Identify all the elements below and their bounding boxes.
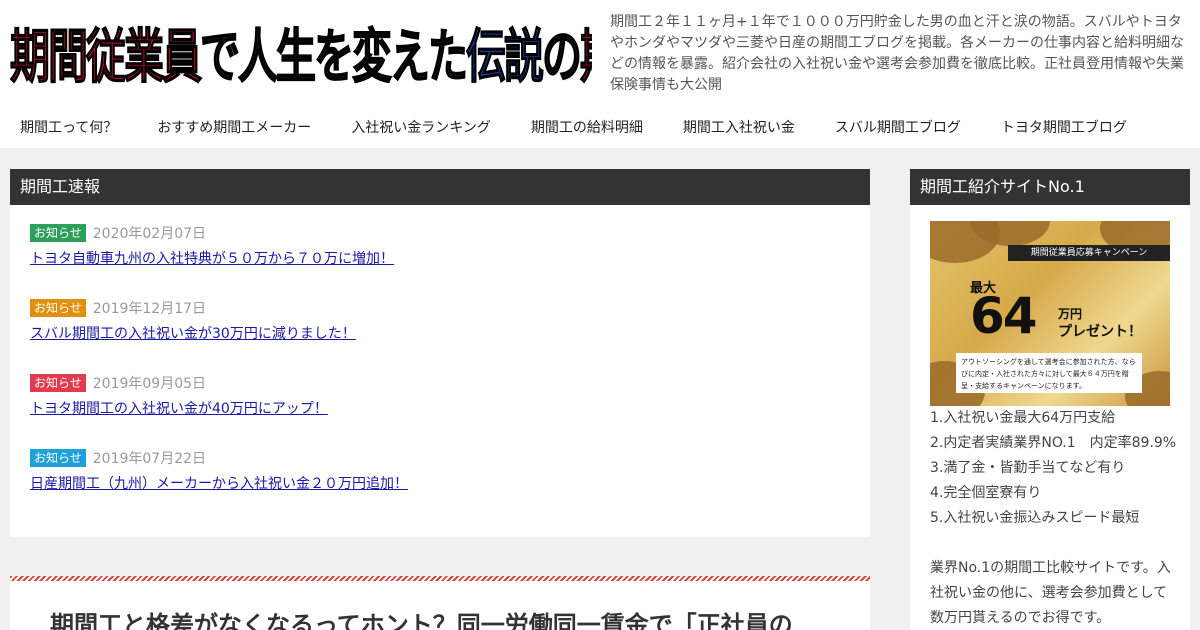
- logo-text-part: で人生を変えた: [200, 24, 469, 90]
- list-item: お知らせ 2019年09月05日 トヨタ期間工の入社祝い金が40万円にアップ！: [30, 373, 850, 448]
- logo-text-part: 伝説: [466, 24, 545, 90]
- nav-item-subaru-blog[interactable]: スバル期間工ブログ: [815, 108, 981, 148]
- nav-item-toyota-blog[interactable]: トヨタ期間工ブログ: [981, 108, 1147, 148]
- logo-text-part: 期間エブログ: [580, 14, 593, 90]
- banner-present: プレゼント！: [1058, 324, 1142, 340]
- news-widget-title: 期間工速報: [10, 169, 870, 205]
- site-logo[interactable]: 期間従業員 で人生を変えた 伝説 の 期間エブログ: [10, 14, 592, 90]
- sidebar-widget: 期間工紹介サイトNo.1 期間従業員応募キャンペーン 最大 64 万円 プレゼン…: [910, 169, 1190, 630]
- banner-unit: 万円: [1058, 307, 1083, 321]
- feature-item: 1.入社祝い金最大64万円支給: [930, 410, 1116, 426]
- news-date: 2019年12月17日: [92, 301, 207, 317]
- news-badge: お知らせ: [30, 299, 86, 317]
- list-item: お知らせ 2020年02月07日 トヨタ自動車九州の入社特典が５０万から７０万に…: [30, 223, 850, 298]
- logo-text-part: の: [542, 24, 583, 90]
- banner-ribbon: 期間従業員応募キャンペーン: [1008, 245, 1170, 261]
- news-link[interactable]: 日産期間工（九州）メーカーから入社祝い金２０万円追加！: [30, 473, 408, 493]
- news-date: 2020年02月07日: [92, 226, 207, 242]
- article-title[interactable]: 期間工と格差がなくなるってホント？同一労働同一賃金で「正社員の: [50, 605, 793, 630]
- sidebar-description: 業界No.1の期間工比較サイトです。入社祝い金の他に、選考会参加費として数万円貰…: [930, 560, 1171, 626]
- news-badge: お知らせ: [30, 374, 86, 392]
- news-badge: お知らせ: [30, 449, 86, 467]
- news-date: 2019年09月05日: [92, 376, 207, 392]
- feature-item: 4.完全個室寮有り: [930, 485, 1042, 501]
- news-link[interactable]: トヨタ期間工の入社祝い金が40万円にアップ！: [30, 398, 328, 418]
- banner-note: アウトソーシングを通して選考会に参加された方、ならびに内定・入社された方々に対し…: [956, 353, 1142, 393]
- nav-item-payslip[interactable]: 期間工の給料明細: [511, 108, 663, 148]
- list-item: お知らせ 2019年07月22日 日産期間工（九州）メーカーから入社祝い金２０万…: [30, 448, 850, 523]
- sidebar-widget-title: 期間工紹介サイトNo.1: [910, 169, 1190, 205]
- banner-amount: 64: [970, 287, 1038, 345]
- nav-item-bonus-ranking[interactable]: 入社祝い金ランキング: [331, 108, 511, 148]
- news-date: 2019年07月22日: [92, 451, 207, 467]
- list-item: お知らせ 2019年12月17日 スバル期間工の入社祝い金が30万円に減りました…: [30, 298, 850, 373]
- news-widget: 期間工速報 お知らせ 2020年02月07日 トヨタ自動車九州の入社特典が５０万…: [10, 169, 870, 537]
- nav-item-bonus[interactable]: 期間工入社祝い金: [663, 108, 815, 148]
- nav-item-what-is[interactable]: 期間工って何？: [0, 108, 137, 148]
- news-link[interactable]: スバル期間工の入社祝い金が30万円に減りました！: [30, 323, 356, 343]
- feature-item: 2.内定者実績業界NO.1 内定率89.9%: [930, 435, 1177, 451]
- main-nav: 期間工って何？ おすすめ期間工メーカー 入社祝い金ランキング 期間工の給料明細 …: [0, 108, 1200, 148]
- article-card: 期間工と格差がなくなるってホント？同一労働同一賃金で「正社員の: [10, 581, 870, 630]
- nav-item-recommended-makers[interactable]: おすすめ期間工メーカー: [137, 108, 331, 148]
- feature-list: 1.入社祝い金最大64万円支給 2.内定者実績業界NO.1 内定率89.9% 3…: [930, 406, 1180, 531]
- news-list: お知らせ 2020年02月07日 トヨタ自動車九州の入社特典が５０万から７０万に…: [10, 205, 870, 523]
- logo-text-part: 期間従業員: [10, 24, 203, 90]
- feature-item: 5.入社祝い金振込みスピード最短: [930, 510, 1140, 526]
- news-badge: お知らせ: [30, 224, 86, 242]
- news-link[interactable]: トヨタ自動車九州の入社特典が５０万から７０万に増加！: [30, 248, 394, 268]
- site-header: 期間従業員 で人生を変えた 伝説 の 期間エブログ 期間工２年１１ヶ月+１年で１…: [0, 0, 1200, 108]
- site-tagline: 期間工２年１１ヶ月+１年で１０００万円貯金した男の血と汗と涙の物語。スバルやトヨ…: [610, 14, 1184, 93]
- campaign-banner[interactable]: 期間従業員応募キャンペーン 最大 64 万円 プレゼント！ アウトソーシングを通…: [930, 221, 1170, 406]
- feature-item: 3.満了金・皆勤手当てなど有り: [930, 460, 1126, 476]
